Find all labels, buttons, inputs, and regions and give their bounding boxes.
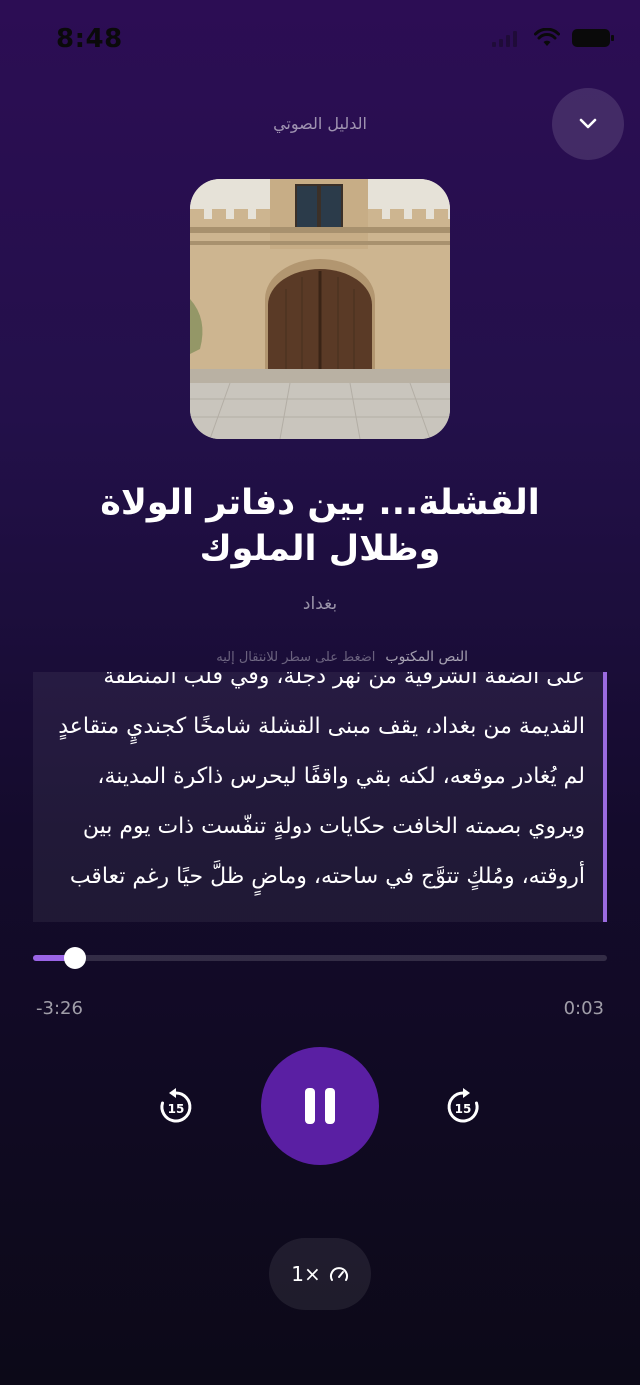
skip-forward-button[interactable]: 15	[441, 1085, 485, 1129]
svg-text:15: 15	[168, 1102, 185, 1116]
transcript-header: النص المكتوب اضغط على سطر للانتقال إليه	[216, 649, 468, 665]
transcript-label: النص المكتوب	[385, 649, 468, 665]
skip-back-button[interactable]: 15	[154, 1085, 198, 1129]
track-title: القشلة... بين دفاتر الولاة وظلال الملوك	[100, 483, 540, 569]
transcript-panel[interactable]: على الضفة الشرقية من نهر دجلة، وفي قلب ا…	[33, 672, 607, 922]
progress-slider[interactable]	[33, 947, 607, 969]
time-remaining: -3:26	[36, 998, 83, 1019]
track-subtitle: بغداد	[302, 594, 338, 614]
collapse-button[interactable]	[552, 88, 624, 160]
skip-forward-15-icon: 15	[447, 1088, 479, 1123]
chevron-down-icon	[579, 118, 597, 129]
header-title: الدليل الصوتي	[273, 114, 367, 133]
time-elapsed: 0:03	[563, 998, 604, 1019]
signal-icon	[492, 29, 522, 47]
progress-knob[interactable]	[63, 947, 86, 969]
playback-speed-button[interactable]: 1×	[269, 1238, 371, 1310]
skip-back-15-icon: 15	[160, 1088, 192, 1123]
wifi-icon	[534, 28, 560, 46]
transcript-hint: اضغط على سطر للانتقال إليه	[216, 650, 376, 665]
status-icons	[492, 28, 614, 48]
transcript-text[interactable]: على الضفة الشرقية من نهر دجلة، وفي قلب ا…	[51, 672, 585, 902]
svg-text:15: 15	[455, 1102, 472, 1116]
pause-icon	[305, 1088, 335, 1124]
pause-button[interactable]	[261, 1047, 379, 1165]
speedometer-icon	[329, 1267, 348, 1281]
artwork-image	[190, 179, 450, 439]
speed-label: 1×	[291, 1262, 321, 1286]
track-artwork	[190, 179, 450, 439]
battery-icon	[572, 29, 614, 47]
status-time: 8:48	[56, 24, 123, 54]
transcript-active-indicator	[603, 672, 607, 922]
